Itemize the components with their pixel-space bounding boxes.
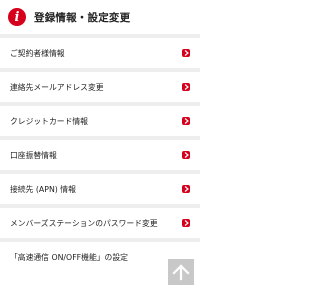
chevron-right-icon — [182, 83, 190, 91]
menu-item-contractor-info[interactable]: ご契約者様情報 — [0, 38, 200, 68]
menu-item-label: 連絡先メールアドレス変更 — [10, 82, 104, 92]
menu-item-label: ご契約者様情報 — [10, 48, 65, 58]
chevron-right-icon — [182, 151, 190, 159]
scroll-to-top-button[interactable] — [168, 259, 194, 285]
menu-item-label: クレジットカード情報 — [10, 116, 88, 126]
page-title: 登録情報・設定変更 — [34, 11, 131, 24]
page-header: i 登録情報・設定変更 — [0, 0, 200, 34]
menu-item-label: メンバーズステーションのパスワード変更 — [10, 218, 158, 228]
arrow-up-icon — [172, 264, 190, 281]
menu-item-label: 接続先 (APN) 情報 — [10, 184, 76, 194]
chevron-right-icon — [182, 49, 190, 57]
menu-item-bank-transfer[interactable]: 口座振替情報 — [0, 140, 200, 170]
info-logo-icon: i — [8, 8, 26, 26]
menu-item-email-change[interactable]: 連絡先メールアドレス変更 — [0, 72, 200, 102]
menu-item-password-change[interactable]: メンバーズステーションのパスワード変更 — [0, 208, 200, 238]
menu-item-apn-info[interactable]: 接続先 (APN) 情報 — [0, 174, 200, 204]
menu-item-credit-card[interactable]: クレジットカード情報 — [0, 106, 200, 136]
chevron-right-icon — [182, 219, 190, 227]
chevron-right-icon — [182, 117, 190, 125]
chevron-right-icon — [182, 185, 190, 193]
menu-item-label: 口座振替情報 — [10, 150, 57, 160]
settings-menu: ご契約者様情報 連絡先メールアドレス変更 クレジットカード情報 口座振替情報 接… — [0, 34, 200, 272]
menu-item-label: 「高速通信 ON/OFF機能」の設定 — [10, 252, 128, 262]
